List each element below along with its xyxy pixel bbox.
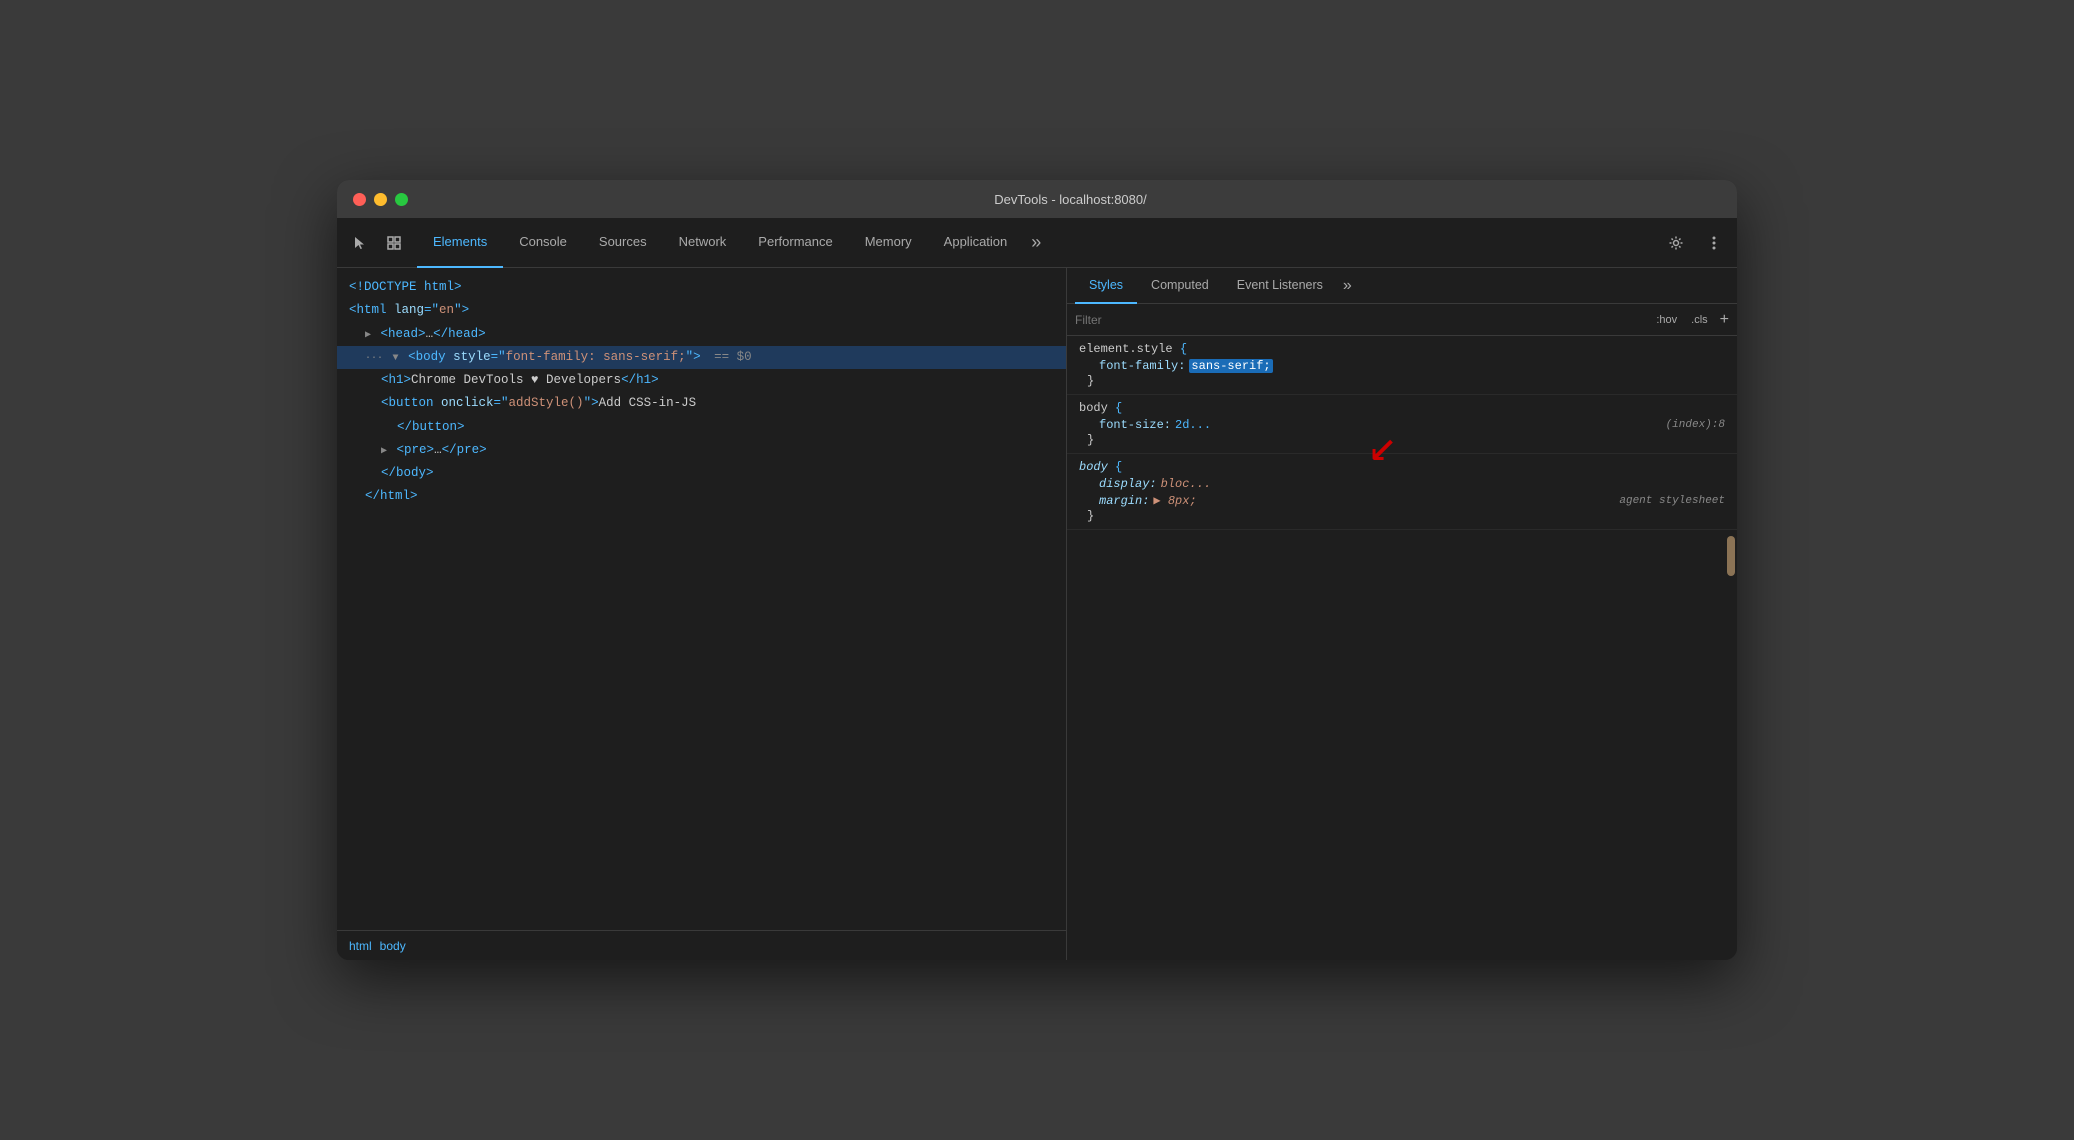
devtools-window: DevTools - localhost:8080/ Elements bbox=[337, 180, 1737, 960]
settings-icon[interactable] bbox=[1661, 228, 1691, 258]
dom-line-pre[interactable]: ▶ <pre>…</pre> bbox=[337, 439, 1066, 462]
dom-line-h1[interactable]: <h1>Chrome DevTools ♥ Developers</h1> bbox=[337, 369, 1066, 392]
dom-line-button-close[interactable]: </button> bbox=[337, 416, 1066, 439]
tab-console[interactable]: Console bbox=[503, 218, 583, 268]
tab-event-listeners[interactable]: Event Listeners bbox=[1223, 268, 1337, 304]
traffic-lights bbox=[353, 193, 408, 206]
tab-performance[interactable]: Performance bbox=[742, 218, 848, 268]
right-panel: Styles Computed Event Listeners » :hov .… bbox=[1067, 268, 1737, 960]
breadcrumb-html[interactable]: html bbox=[349, 939, 372, 953]
tab-network[interactable]: Network bbox=[663, 218, 743, 268]
dom-line-doctype[interactable]: <!DOCTYPE html> bbox=[337, 276, 1066, 299]
dom-line-body[interactable]: ··· ▼ <body style="font-family: sans-ser… bbox=[337, 346, 1066, 369]
main-tab-bar: Elements Console Sources Network Perform… bbox=[337, 218, 1737, 268]
style-rule-body-agent: body { display: bloc... margin: ▶ 8px; a… bbox=[1067, 454, 1737, 530]
maximize-button[interactable] bbox=[395, 193, 408, 206]
style-selector-body-1: body { bbox=[1079, 401, 1725, 415]
close-button[interactable] bbox=[353, 193, 366, 206]
dom-line-head[interactable]: ▶ <head>…</head> bbox=[337, 323, 1066, 346]
style-prop-font-family[interactable]: font-family: sans-serif; bbox=[1079, 358, 1725, 374]
style-closing-brace-2: } bbox=[1079, 433, 1725, 447]
breadcrumb-bar: html body bbox=[337, 930, 1066, 960]
dom-tree[interactable]: <!DOCTYPE html> <html lang="en"> ▶ <head… bbox=[337, 268, 1066, 930]
tab-settings-area bbox=[1661, 228, 1729, 258]
style-prop-display[interactable]: display: bloc... bbox=[1079, 476, 1725, 492]
style-prop-margin[interactable]: margin: ▶ 8px; agent stylesheet bbox=[1079, 492, 1725, 509]
style-rule-body-1: body { font-size: 2d... (index):8 } bbox=[1067, 395, 1737, 454]
style-closing-brace-3: } bbox=[1079, 509, 1725, 523]
tab-styles[interactable]: Styles bbox=[1075, 268, 1137, 304]
style-rule-element: element.style { font-family: sans-serif;… bbox=[1067, 336, 1737, 395]
left-panel: <!DOCTYPE html> <html lang="en"> ▶ <head… bbox=[337, 268, 1067, 960]
styles-content[interactable]: element.style { font-family: sans-serif;… bbox=[1067, 336, 1737, 960]
filter-input[interactable] bbox=[1075, 313, 1644, 327]
tab-icon-buttons bbox=[345, 228, 409, 258]
tab-application[interactable]: Application bbox=[928, 218, 1024, 268]
style-selector-body-agent: body { bbox=[1079, 460, 1725, 474]
dom-line-button[interactable]: <button onclick="addStyle()">Add CSS-in-… bbox=[337, 392, 1066, 415]
minimize-button[interactable] bbox=[374, 193, 387, 206]
cursor-icon[interactable] bbox=[345, 228, 375, 258]
dom-line-html[interactable]: <html lang="en"> bbox=[337, 299, 1066, 322]
tab-sources[interactable]: Sources bbox=[583, 218, 663, 268]
filter-bar: :hov .cls + bbox=[1067, 304, 1737, 336]
style-prop-font-size[interactable]: font-size: 2d... (index):8 bbox=[1079, 417, 1725, 433]
right-tab-bar: Styles Computed Event Listeners » bbox=[1067, 268, 1737, 304]
tab-elements[interactable]: Elements bbox=[417, 218, 503, 268]
dom-line-body-close[interactable]: </body> bbox=[337, 462, 1066, 485]
more-menu-icon[interactable] bbox=[1699, 228, 1729, 258]
scrollbar-indicator[interactable] bbox=[1727, 536, 1735, 576]
hov-button[interactable]: :hov bbox=[1652, 312, 1681, 328]
main-content: <!DOCTYPE html> <html lang="en"> ▶ <head… bbox=[337, 268, 1737, 960]
inspect-icon[interactable] bbox=[379, 228, 409, 258]
style-closing-brace-1: } bbox=[1079, 374, 1725, 388]
style-selector-element: element.style { bbox=[1079, 342, 1725, 356]
right-tab-more[interactable]: » bbox=[1337, 277, 1358, 295]
add-style-button[interactable]: + bbox=[1720, 311, 1729, 329]
tab-computed[interactable]: Computed bbox=[1137, 268, 1223, 304]
breadcrumb-body[interactable]: body bbox=[380, 939, 406, 953]
title-bar: DevTools - localhost:8080/ bbox=[337, 180, 1737, 218]
window-title: DevTools - localhost:8080/ bbox=[420, 192, 1721, 207]
tab-more-button[interactable]: » bbox=[1023, 218, 1049, 268]
dom-line-html-close[interactable]: </html> bbox=[337, 485, 1066, 508]
tab-memory[interactable]: Memory bbox=[849, 218, 928, 268]
filter-buttons: :hov .cls bbox=[1652, 312, 1711, 328]
cls-button[interactable]: .cls bbox=[1687, 312, 1712, 328]
